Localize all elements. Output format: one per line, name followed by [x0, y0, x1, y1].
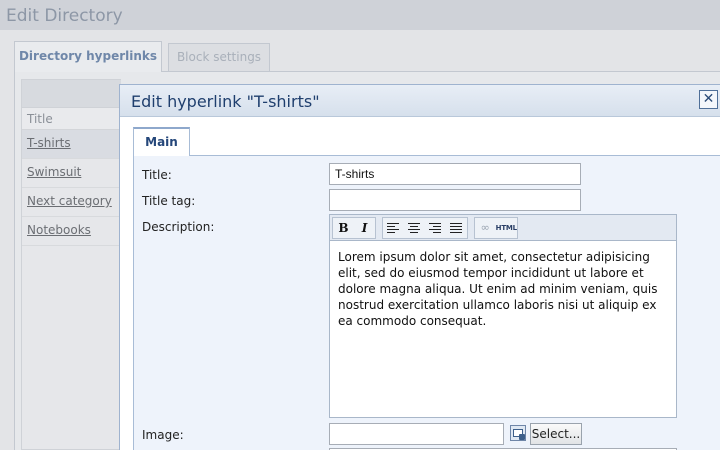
dialog-body: Main Title: Title tag: Description: BI ∞…	[120, 118, 720, 450]
italic-icon[interactable]: I	[354, 218, 375, 238]
insert-group: ∞ HTML	[473, 217, 518, 239]
grid-column-header-title[interactable]: Title	[22, 108, 121, 130]
description-editor: BI ∞ HTML Lorem ipsum dolor sit amet, con…	[329, 214, 677, 418]
row-link[interactable]: T-shirts	[27, 136, 71, 150]
description-label: Description:	[142, 220, 215, 234]
table-row[interactable]: T-shirts	[22, 130, 121, 159]
grid-toolbar	[22, 80, 121, 108]
page-header: Edit Directory	[0, 0, 720, 30]
bold-icon[interactable]: B	[333, 218, 354, 238]
tab-main[interactable]: Main	[133, 127, 190, 156]
page-title: Edit Directory	[6, 6, 123, 26]
editor-toolbar: BI ∞ HTML	[330, 215, 676, 241]
image-label: Image:	[142, 428, 184, 442]
dialog-title: Edit hyperlink "T-shirts"	[131, 92, 320, 111]
title-tag-label: Title tag:	[142, 194, 196, 208]
select-image-button[interactable]: Select...	[530, 423, 582, 445]
row-link[interactable]: Notebooks	[27, 223, 91, 237]
table-row[interactable]: Swimsuit	[22, 159, 121, 188]
table-row[interactable]: Notebooks	[22, 217, 121, 246]
image-browse-icon[interactable]	[510, 425, 526, 441]
main-tab-panel: Title: Title tag: Description: BI ∞HTML	[133, 155, 720, 450]
format-group: BI	[332, 217, 376, 239]
title-label: Title:	[142, 168, 172, 182]
tab-block-settings[interactable]: Block settings	[168, 43, 270, 71]
table-row[interactable]: Next category	[22, 188, 121, 217]
align-group	[381, 217, 468, 239]
align-right-icon[interactable]	[425, 218, 446, 238]
dialog-header[interactable]: Edit hyperlink "T-shirts" ✕	[120, 85, 720, 117]
description-text[interactable]: Lorem ipsum dolor sit amet, consectetur …	[330, 241, 676, 337]
edit-hyperlink-dialog: Edit hyperlink "T-shirts" ✕ Main Title: …	[119, 84, 720, 450]
title-tag-field[interactable]	[329, 189, 581, 211]
row-link[interactable]: Next category	[27, 194, 112, 208]
align-center-icon[interactable]	[404, 218, 425, 238]
align-left-icon[interactable]	[383, 218, 404, 238]
image-field[interactable]	[329, 423, 504, 445]
link-icon[interactable]: ∞	[475, 218, 496, 238]
row-link[interactable]: Swimsuit	[27, 165, 81, 179]
align-justify-icon[interactable]	[446, 218, 467, 238]
html-icon[interactable]: HTML	[496, 218, 517, 238]
hyperlinks-grid: Title T-shirts Swimsuit Next category No…	[21, 79, 121, 450]
close-icon[interactable]: ✕	[699, 90, 718, 109]
title-field[interactable]	[329, 163, 581, 185]
tab-directory-hyperlinks[interactable]: Directory hyperlinks	[14, 41, 162, 72]
